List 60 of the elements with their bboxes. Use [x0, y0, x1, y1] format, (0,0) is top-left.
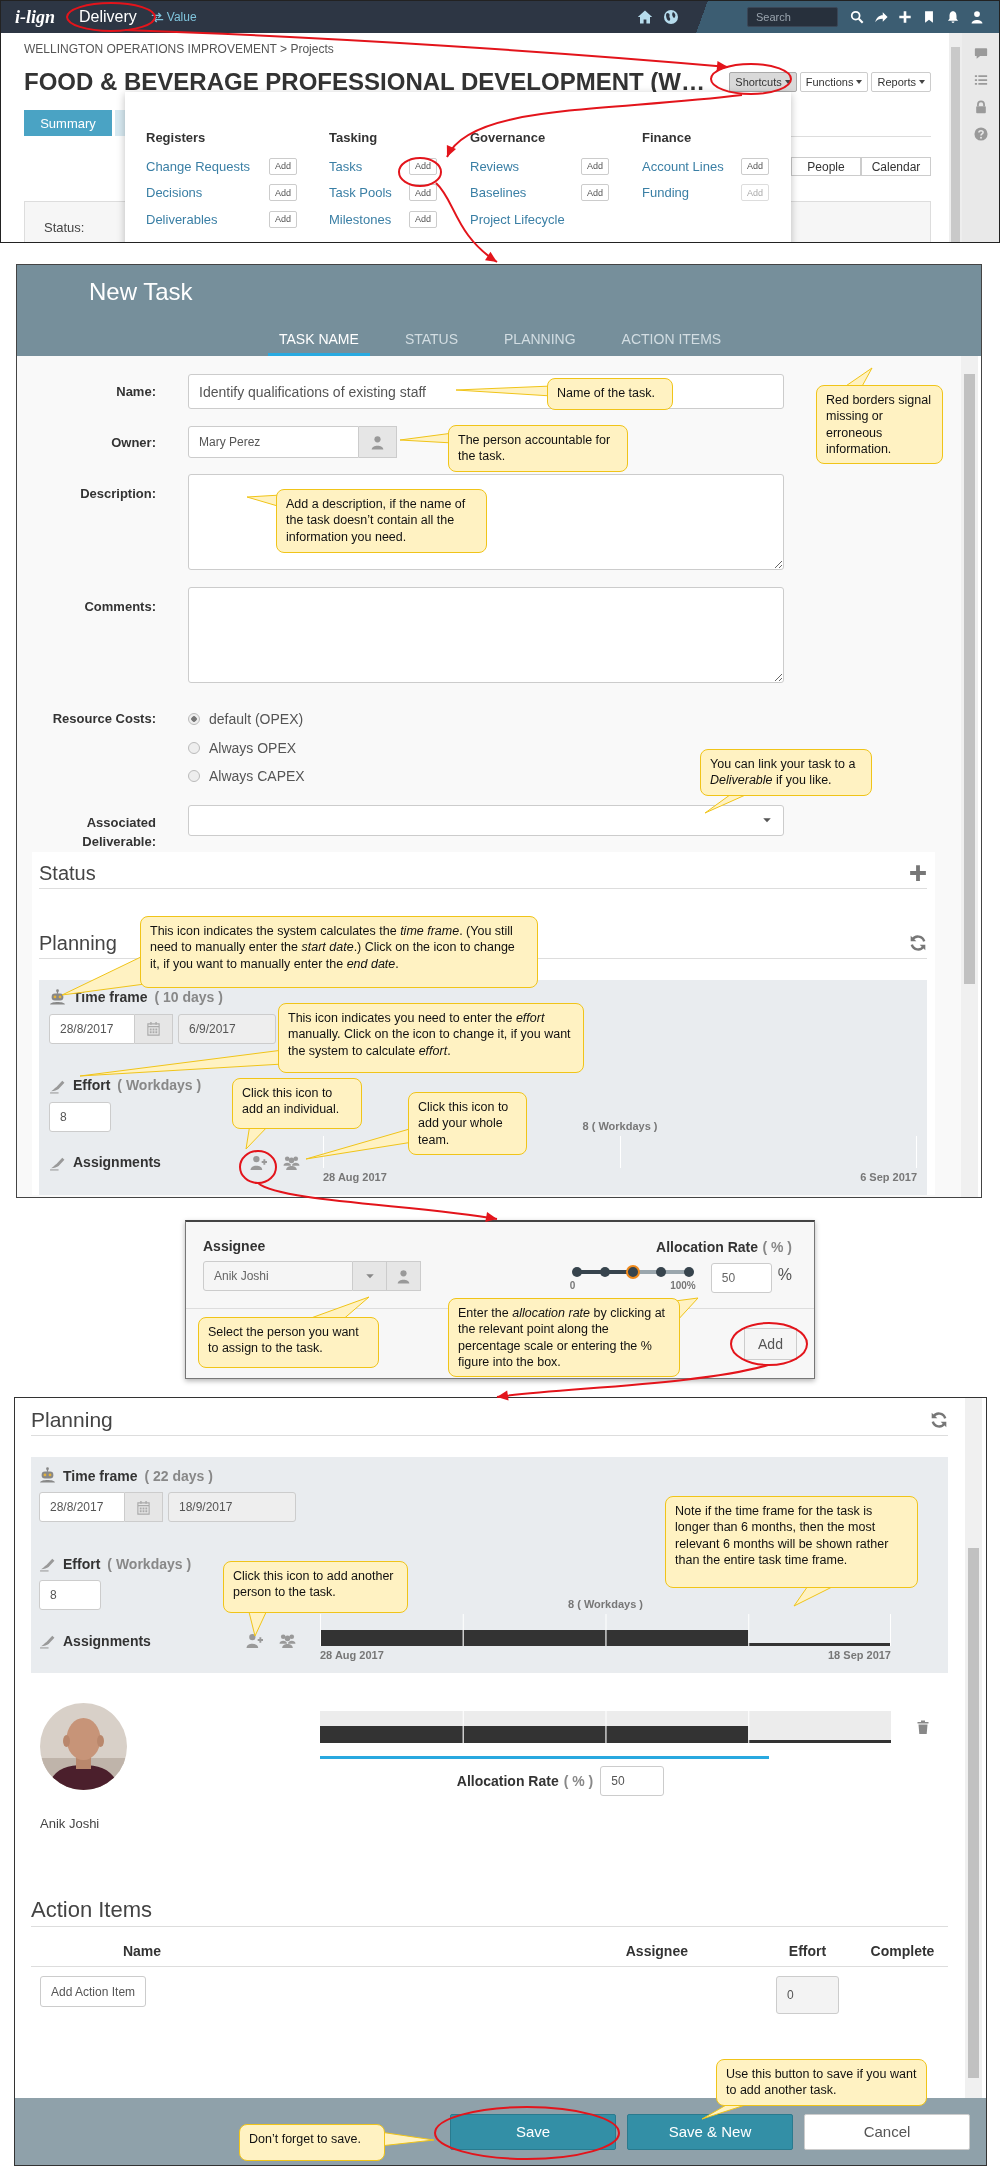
- duration-text: ( 10 days ): [154, 989, 223, 1005]
- menu-heading: Governance: [470, 130, 547, 147]
- field-label: Associated Deliverable:: [81, 813, 156, 851]
- unit-text: ( % ): [762, 1239, 792, 1255]
- callout: Name of the task.: [547, 378, 673, 410]
- column-header: Effort: [788, 1943, 827, 1959]
- section-heading: Planning: [39, 931, 117, 955]
- menu-heading: Tasking: [329, 130, 379, 147]
- field-label: Comments:: [83, 598, 156, 614]
- breadcrumb: WELLINGTON OPERATIONS IMPROVEMENT > Projects: [24, 42, 335, 56]
- date-label: 28 Aug 2017: [323, 1170, 387, 1183]
- callout: The person accountable for the task.: [448, 425, 628, 472]
- field-label: Allocation Rate: [456, 1773, 559, 1789]
- menu-heading: Registers: [146, 130, 207, 147]
- date-label: 6 Sep 2017: [860, 1170, 917, 1183]
- scale-label: 100%: [670, 1280, 696, 1291]
- menu-heading: Finance: [642, 130, 693, 147]
- scale-label: 0: [569, 1280, 576, 1291]
- column-header: Assignee: [625, 1943, 688, 1959]
- field-label: Description:: [79, 485, 156, 501]
- unit-text: ( Workdays ): [117, 1077, 202, 1093]
- callout: Click this icon to add your whole team.: [408, 1092, 527, 1155]
- field-label: Effort: [73, 1077, 111, 1093]
- callout: Red borders signal missing or erroneous information.: [816, 385, 943, 464]
- field-label: Effort: [63, 1555, 101, 1572]
- option-label: Always CAPEX: [209, 768, 305, 785]
- unit-text: %: [777, 1266, 792, 1284]
- callout: This icon indicates you need to enter the effort manually. Click on the icon to change it, if you want the system to calculate effort.: [278, 1003, 584, 1073]
- field-label: Status:: [44, 220, 85, 235]
- unit-text: ( Workdays ): [107, 1555, 192, 1572]
- field-label: Assignments: [63, 1632, 151, 1649]
- callout: Don’t forget to save.: [239, 2124, 385, 2161]
- field-label: Assignee: [203, 1238, 267, 1254]
- total-label: 8 ( Workdays ): [568, 1598, 643, 1610]
- field-label: Time frame: [63, 1467, 138, 1484]
- callout: Enter the allocation rate by clicking at the relevant point along the percentage scale or entering the % figure into the box.: [448, 1298, 680, 1377]
- date-label: 18 Sep 2017: [828, 1649, 891, 1661]
- callout: Add a description, if the name of the task doesn’t contain all the information you need.: [276, 489, 487, 553]
- field-label: Allocation Rate: [656, 1239, 758, 1255]
- dialog-title: New Task: [89, 278, 194, 306]
- column-header: Complete: [870, 1943, 935, 1959]
- duration-text: ( 22 days ): [144, 1467, 213, 1484]
- callout: Click this icon to add another person to the task.: [223, 1561, 408, 1613]
- field-label: Owner:: [110, 434, 156, 450]
- unit-text: ( % ): [563, 1773, 594, 1789]
- project-title: FOOD & BEVERAGE PROFESSIONAL DEVELOPMENT (W…: [24, 68, 705, 96]
- field-label: Resource Costs:: [51, 710, 156, 726]
- column-header: Name: [122, 1943, 162, 1959]
- total-label: 8 ( Workdays ): [582, 1119, 658, 1132]
- section-heading: Action Items: [31, 1897, 153, 1923]
- option-label: default (OPEX): [209, 711, 304, 728]
- section-heading: Planning: [31, 1408, 113, 1432]
- callout: This icon indicates the system calculates the time frame. (You still need to manually enter the start date.) Click on the icon to change it, if you want to manually enter the end date.: [140, 916, 538, 988]
- option-label: Always OPEX: [209, 739, 297, 756]
- logo: i-lign: [15, 6, 55, 28]
- field-label: Assignments: [73, 1154, 161, 1170]
- date-label: 28 Aug 2017: [320, 1649, 384, 1661]
- field-label: Name:: [115, 384, 156, 399]
- section-heading: Status: [39, 861, 96, 885]
- person-name: Anik Joshi: [40, 1816, 101, 1831]
